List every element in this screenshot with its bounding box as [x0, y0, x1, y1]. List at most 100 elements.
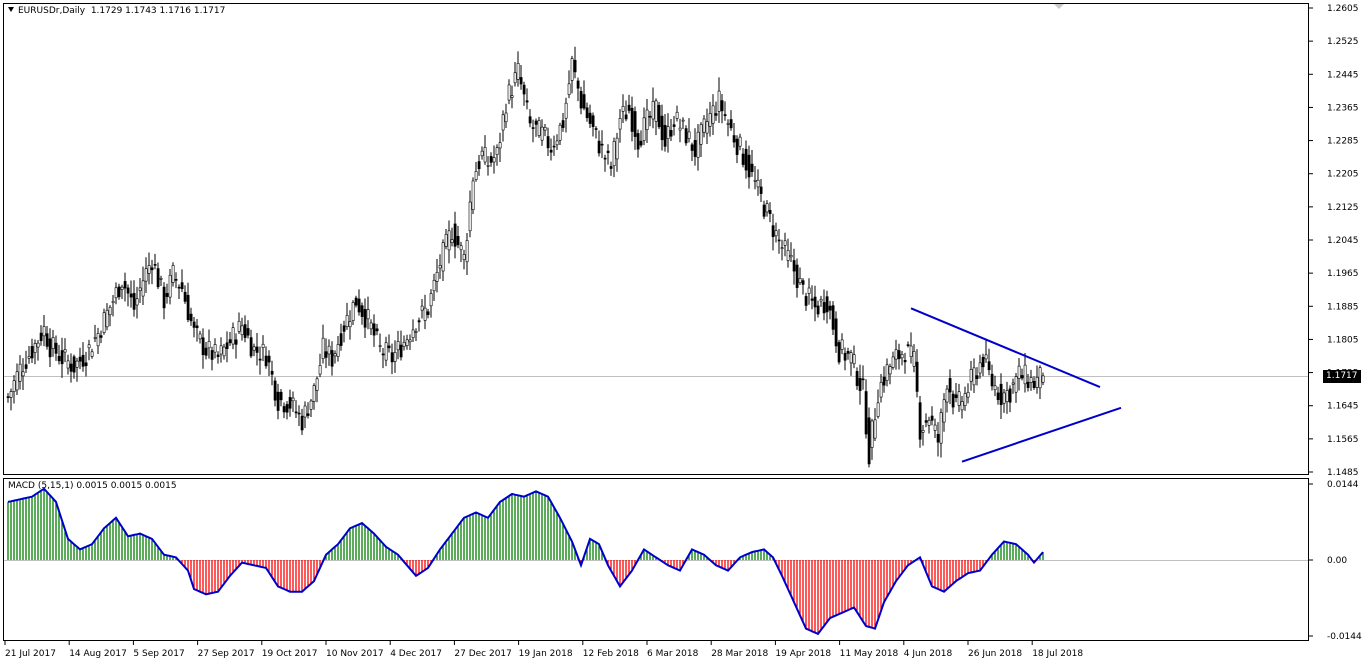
candle-body — [39, 332, 43, 342]
candle-body — [1026, 381, 1030, 388]
candle-body — [861, 378, 865, 381]
candle-body — [69, 363, 73, 372]
candle-body — [591, 115, 595, 127]
candle-body — [144, 268, 148, 282]
candle-body — [333, 353, 337, 357]
candle-body — [456, 236, 460, 246]
macd-tick-label: 0.00 — [1327, 556, 1347, 566]
chart-shift-marker-icon[interactable] — [1054, 4, 1064, 9]
candle-body — [384, 342, 388, 361]
candle-body — [573, 59, 577, 73]
candle-body — [21, 371, 25, 377]
candle-body — [504, 112, 508, 123]
candle-body — [432, 279, 436, 292]
price-tick-label: 1.1645 — [1327, 402, 1359, 412]
price-tick-label: 1.1485 — [1327, 468, 1359, 478]
time-tick-label: 10 Nov 2017 — [326, 649, 384, 659]
candle-body — [120, 286, 124, 290]
candle-body — [576, 80, 580, 89]
candle-body — [135, 298, 139, 306]
candle-body — [114, 287, 118, 299]
price-tick-label: 1.2365 — [1327, 103, 1359, 113]
candle-body — [150, 267, 154, 271]
candle-body — [390, 352, 394, 363]
time-tick-label: 11 May 2018 — [840, 649, 899, 659]
candle-body — [756, 179, 760, 188]
candle-body — [330, 350, 334, 367]
candle-body — [540, 126, 544, 141]
candle-body — [231, 327, 235, 345]
time-tick-label: 27 Sep 2017 — [198, 649, 255, 659]
dropdown-arrow-icon[interactable] — [8, 7, 14, 12]
candle-body — [585, 107, 589, 119]
candle-body — [255, 346, 259, 353]
candle-body — [915, 361, 919, 392]
symbol-info-text: EURUSDr,Daily 1.1729 1.1743 1.1716 1.171… — [18, 6, 226, 16]
candle-body — [441, 242, 445, 272]
candle-body — [981, 357, 985, 368]
price-tick-label: 1.2045 — [1327, 236, 1359, 246]
candle-body — [954, 394, 958, 398]
candle-body — [450, 239, 454, 243]
candle-body — [522, 84, 526, 95]
time-tick-label: 14 Aug 2017 — [69, 649, 127, 659]
candle-body — [177, 286, 181, 289]
candle-body — [237, 320, 241, 332]
candle-body — [672, 124, 676, 127]
candle-body — [807, 287, 811, 294]
candle-body — [258, 358, 262, 361]
candle-body — [348, 321, 352, 328]
candle-body — [801, 280, 805, 285]
candle-body — [762, 204, 766, 217]
candle-body — [393, 352, 397, 362]
candle-body — [471, 180, 475, 210]
candle-body — [102, 312, 106, 333]
candle-body — [282, 406, 286, 413]
price-chart[interactable]: 1.2605 1.2525 1.2445 1.2365 1.2285 1.2205 1.21… — [0, 0, 1366, 665]
candle-body — [303, 405, 307, 418]
candle-body — [273, 380, 277, 401]
candle-body — [306, 413, 310, 416]
candle-body — [987, 361, 991, 371]
candle-body — [126, 287, 130, 294]
candle-body — [261, 343, 265, 348]
candle-body — [561, 120, 565, 128]
candle-body — [210, 350, 214, 360]
candle-body — [810, 298, 814, 301]
candle-body — [426, 311, 430, 315]
candle-body — [894, 349, 898, 360]
candle-body — [690, 144, 694, 151]
candle-body — [753, 180, 757, 182]
candle-body — [291, 397, 295, 402]
candle-body — [939, 412, 943, 444]
candle-body — [1017, 365, 1021, 379]
candle-body — [132, 293, 136, 310]
candle-body — [687, 131, 691, 139]
price-tick-label: 1.2125 — [1327, 203, 1359, 213]
candle-body — [189, 313, 193, 322]
candle-body — [201, 337, 205, 356]
candle-body — [855, 371, 859, 386]
candle-body — [399, 344, 403, 358]
candle-body — [219, 345, 223, 355]
candle-body — [903, 360, 907, 363]
candle-body — [1041, 375, 1045, 383]
candle-body — [819, 298, 823, 302]
candle-body — [513, 72, 517, 84]
time-tick-label: 5 Sep 2017 — [133, 649, 184, 659]
candle-body — [906, 344, 910, 347]
candle-body — [846, 350, 850, 354]
candle-body — [678, 127, 682, 131]
candle-body — [969, 369, 973, 382]
candle-body — [447, 230, 451, 251]
candle-body — [984, 354, 988, 360]
candle-body — [18, 363, 22, 382]
candle-body — [768, 210, 772, 214]
candle-body — [435, 272, 439, 282]
candle-body — [507, 84, 511, 101]
candle-body — [948, 378, 952, 393]
candle-body — [966, 392, 970, 398]
candle-body — [1014, 376, 1018, 393]
candle-body — [885, 364, 889, 381]
price-tick-label: 1.1805 — [1327, 335, 1359, 345]
